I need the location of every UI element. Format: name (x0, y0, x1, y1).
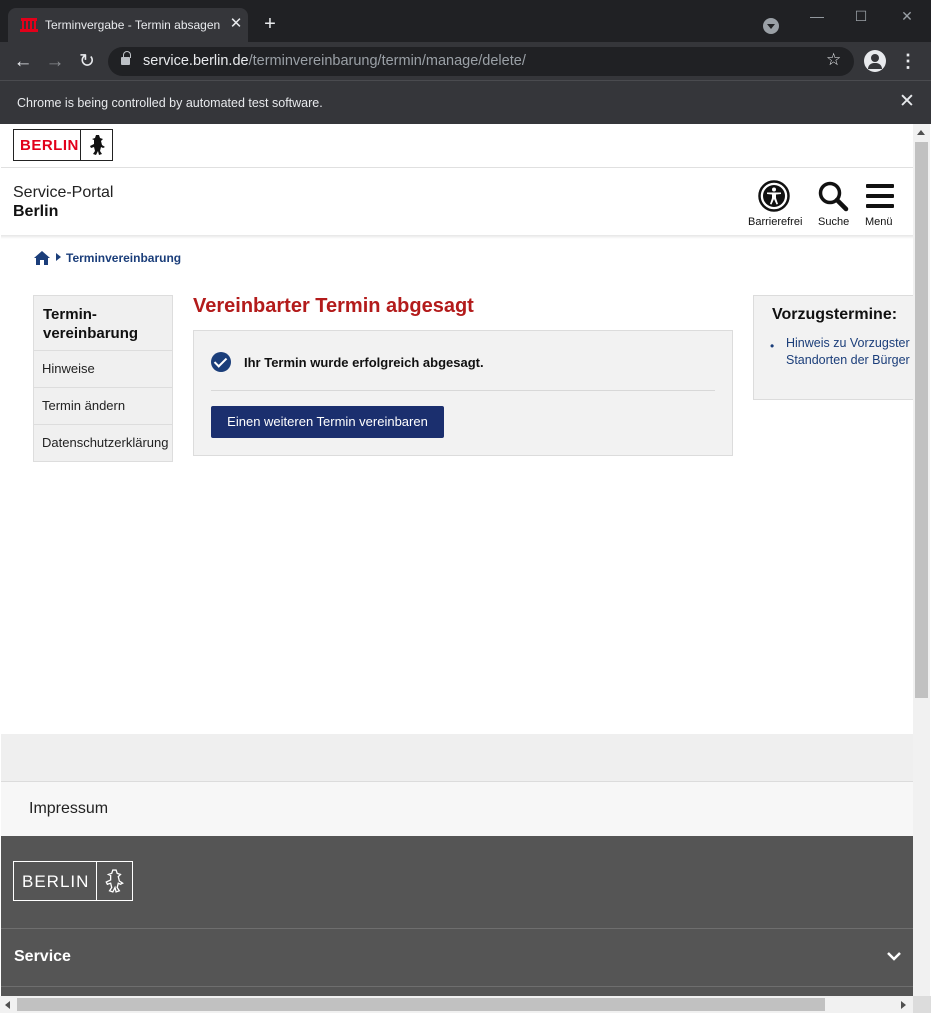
suche-label: Suche (818, 216, 850, 228)
footer-divider (1, 928, 913, 929)
vertical-scroll-thumb[interactable] (915, 142, 928, 698)
footer-spacer (1, 734, 913, 782)
vorzugstermine-box: Vorzugstermine: • Hinweis zu Vorzugster … (753, 295, 913, 400)
footer-divider-2 (1, 986, 913, 987)
address-bar[interactable]: service.berlin.de/terminvereinbarung/ter… (108, 47, 854, 76)
chevron-down-icon[interactable] (886, 948, 902, 964)
check-circle-icon (211, 352, 231, 372)
logo-text: BERLIN (20, 137, 79, 154)
menu-label: Menü (865, 216, 893, 228)
tab-title: Terminvergabe - Termin absagen (45, 18, 220, 32)
scroll-left-icon[interactable] (5, 1001, 10, 1009)
vorzugstermine-title: Vorzugstermine: (772, 306, 898, 323)
scroll-right-icon[interactable] (901, 1001, 906, 1009)
berlin-logo[interactable]: BERLIN (13, 129, 113, 161)
box-divider (211, 390, 715, 391)
footer-berlin-logo[interactable]: BERLIN (13, 861, 133, 901)
header-shadow (1, 235, 913, 239)
breadcrumb-arrow-icon (56, 253, 61, 261)
browser-menu-icon[interactable]: ⋮ (898, 50, 918, 72)
horizontal-scroll-thumb[interactable] (17, 998, 825, 1011)
window-close-icon[interactable]: ✕ (897, 6, 917, 26)
footer-dark: BERLIN Service (1, 836, 913, 996)
search-icon (818, 181, 849, 212)
sidenav-title[interactable]: Termin- vereinbarung (33, 295, 173, 351)
bookmark-star-icon[interactable]: ☆ (826, 50, 841, 70)
browser-tabbar: Terminvergabe - Termin absagen ✕ + — ☐ ✕ (0, 0, 931, 42)
confirmation-box: Ihr Termin wurde erfolgreich abgesagt. E… (193, 330, 733, 456)
url-text: service.berlin.de/terminvereinbarung/ter… (143, 53, 526, 69)
new-tab-button[interactable]: + (260, 14, 280, 34)
barrierefrei-label: Barrierefrei (748, 216, 803, 228)
impressum-link[interactable]: Impressum (29, 800, 108, 818)
berlin-favicon-icon (20, 18, 38, 32)
header-divider (1, 167, 913, 168)
portal-title-line2: Berlin (13, 203, 59, 220)
success-message: Ihr Termin wurde erfolgreich abgesagt. (244, 355, 484, 370)
menu-icon (866, 184, 894, 208)
back-icon[interactable]: ← (12, 51, 34, 73)
footer-links (1, 782, 913, 836)
list-bullet: • (770, 339, 775, 353)
profile-icon[interactable] (864, 50, 886, 72)
sidenav-title-line2: vereinbarung (43, 325, 139, 342)
sidenav-item-hinweise[interactable]: Hinweise (33, 351, 173, 388)
new-appointment-button[interactable]: Einen weiteren Termin vereinbaren (211, 406, 444, 438)
accessibility-icon (758, 180, 790, 212)
scrollbar-corner (913, 996, 931, 1013)
sidenav-item-termin-aendern[interactable]: Termin ändern (33, 388, 173, 425)
tab-close-icon[interactable]: ✕ (227, 15, 245, 33)
footer-logo-text: BERLIN (22, 872, 90, 891)
sidenav-item-datenschutz[interactable]: Datenschutzerklärung (33, 425, 173, 462)
forward-icon[interactable]: → (44, 51, 66, 73)
footer-service-toggle[interactable]: Service (14, 948, 71, 966)
infobar-close-icon[interactable]: ✕ (897, 92, 917, 112)
browser-tab[interactable]: Terminvergabe - Termin absagen ✕ (8, 8, 248, 42)
page-title: Vereinbarter Termin abgesagt (193, 295, 474, 317)
portal-title-line1: Service-Portal (13, 184, 114, 201)
sidenav-title-line1: Termin- (43, 306, 97, 323)
breadcrumb-link[interactable]: Terminvereinbarung (66, 251, 181, 265)
maximize-icon[interactable]: ☐ (851, 6, 871, 26)
minimize-icon[interactable]: — (807, 6, 827, 26)
footer-logo-divider (96, 862, 97, 900)
page-viewport: BERLIN Service-Portal Berlin Barrierefre… (1, 124, 913, 996)
side-navigation: Termin- vereinbarung Hinweise Termin änd… (33, 295, 173, 462)
vertical-scrollbar[interactable] (913, 124, 930, 996)
lock-icon (121, 51, 131, 66)
tab-search-icon[interactable] (763, 18, 779, 34)
vorzugstermine-link[interactable]: Hinweis zu Vorzugster Standorten der Bür… (786, 335, 913, 369)
logo-divider (80, 130, 81, 160)
scroll-up-icon[interactable] (917, 130, 925, 135)
infobar-text: Chrome is being controlled by automated … (17, 96, 323, 110)
footer-bear-icon (105, 869, 124, 893)
browser-toolbar: ← → ↻ service.berlin.de/terminvereinbaru… (0, 42, 931, 80)
home-icon[interactable] (34, 251, 50, 265)
horizontal-scrollbar[interactable] (0, 996, 913, 1013)
reload-icon[interactable]: ↻ (76, 51, 98, 73)
bear-icon (90, 135, 105, 155)
automation-infobar: Chrome is being controlled by automated … (0, 80, 931, 124)
